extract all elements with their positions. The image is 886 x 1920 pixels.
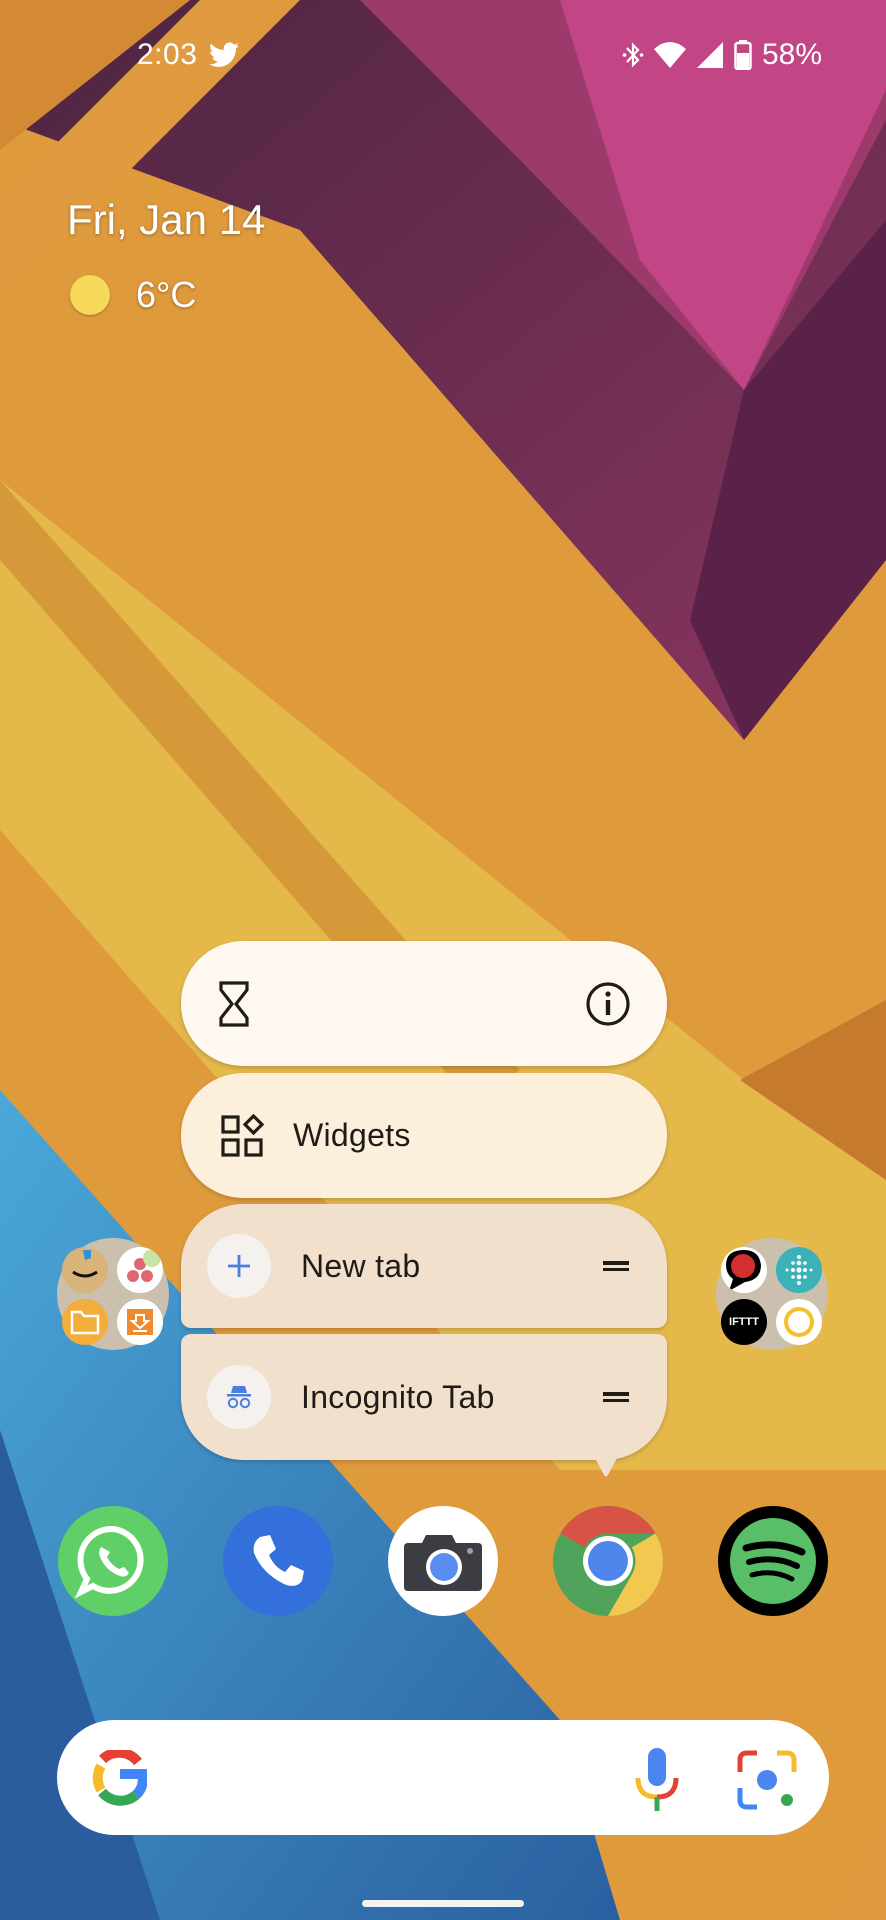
chrome-icon [553, 1506, 663, 1616]
phone-icon [253, 1535, 304, 1586]
dock-spotify[interactable] [718, 1506, 828, 1616]
status-bar-left: 2:03 [137, 38, 240, 72]
google-logo-icon [91, 1750, 147, 1806]
amazon-icon [62, 1247, 108, 1293]
bluetooth-icon [622, 42, 644, 68]
drag-handle-icon[interactable] [603, 1259, 629, 1273]
cluster-app-icon [117, 1247, 163, 1293]
cell-signal-icon [696, 42, 723, 68]
right-folder[interactable]: IFTTT [716, 1238, 828, 1350]
google-search-bar[interactable] [57, 1720, 829, 1835]
twitter-icon [209, 42, 240, 67]
whatsapp-icon [74, 1525, 144, 1599]
app-info-icon[interactable] [585, 981, 631, 1027]
incognito-icon [207, 1365, 271, 1429]
dock-chrome[interactable] [553, 1506, 663, 1616]
dock-camera[interactable] [388, 1506, 498, 1616]
status-bar-right: 58% [622, 38, 822, 72]
battery-percent: 58% [761, 38, 822, 71]
glance-weather[interactable]: 6°C [70, 274, 196, 316]
dock-phone[interactable] [223, 1506, 333, 1616]
drag-handle-icon[interactable] [603, 1390, 629, 1404]
wifi-icon [653, 42, 686, 68]
app-timer-hourglass-icon[interactable] [219, 980, 249, 1027]
ifttt-icon: IFTTT [721, 1299, 767, 1345]
widgets-icon [221, 1113, 265, 1157]
google-lens-icon[interactable] [737, 1750, 797, 1810]
files-icon [62, 1299, 108, 1345]
temperature: 6°C [136, 274, 197, 315]
menu-item-incognito-tab[interactable]: Incognito Tab [181, 1334, 667, 1460]
app-shortcut-header [181, 941, 667, 1066]
plus-icon [207, 1234, 271, 1298]
clock: 2:03 [137, 38, 198, 71]
popup-arrow [594, 1456, 618, 1477]
menu-item-widgets[interactable]: Widgets [181, 1073, 667, 1198]
left-folder[interactable] [57, 1238, 169, 1350]
menu-item-label: Widgets [293, 1117, 411, 1153]
sunny-icon [70, 275, 110, 315]
menu-item-label: Incognito Tab [301, 1378, 495, 1415]
glance-date[interactable]: Fri, Jan 14 [67, 196, 265, 244]
microphone-icon[interactable] [634, 1748, 680, 1812]
dock-whatsapp[interactable] [58, 1506, 168, 1616]
menu-item-label: New tab [301, 1247, 421, 1284]
camera-icon [404, 1535, 482, 1591]
fitbit-icon [776, 1247, 822, 1293]
downloader-icon [117, 1299, 163, 1345]
gesture-nav-handle[interactable] [362, 1900, 524, 1907]
battery-icon [734, 40, 752, 70]
menu-item-new-tab[interactable]: New tab [181, 1204, 667, 1328]
ring-app-icon [776, 1299, 822, 1345]
speech-bubble-app-icon [721, 1247, 767, 1293]
spotify-icon [730, 1518, 816, 1604]
